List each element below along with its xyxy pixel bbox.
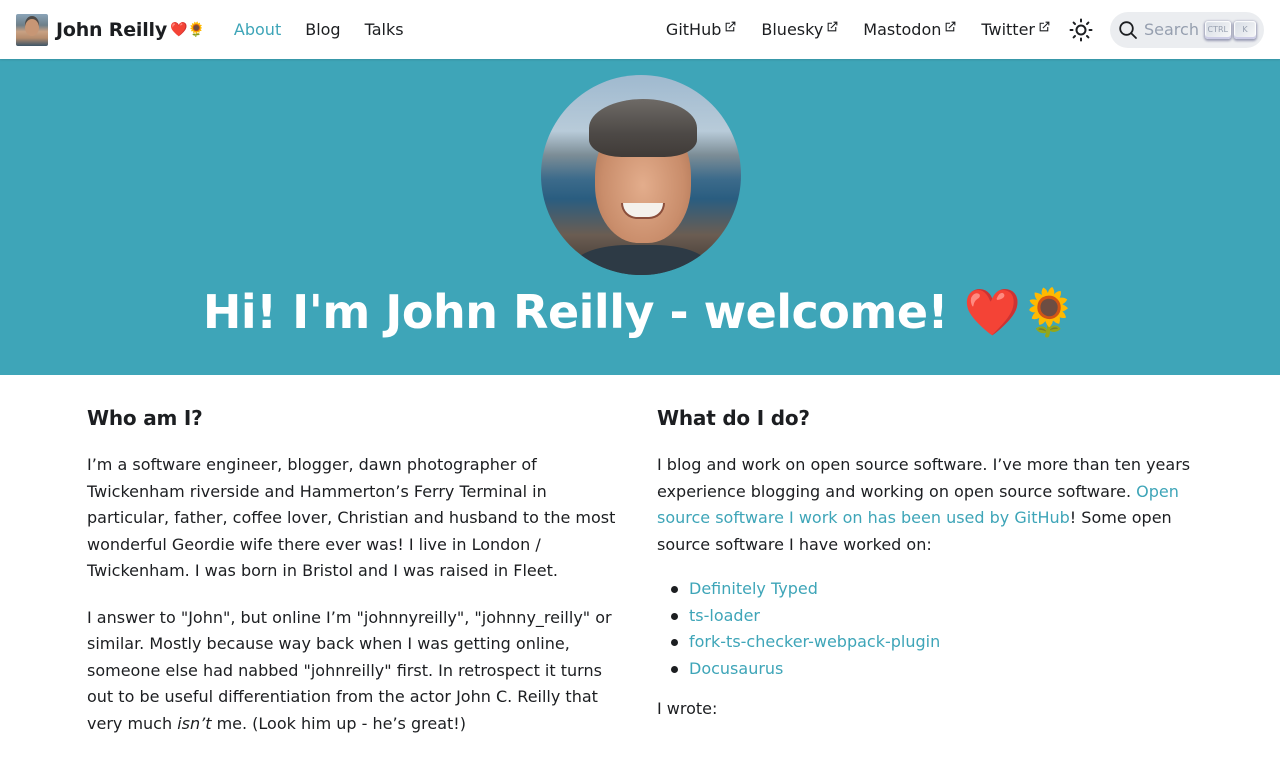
paragraph-text: me. (Look him up - he’s great!) xyxy=(211,713,466,733)
search-icon xyxy=(1119,20,1137,39)
search-button[interactable]: Search CTRL K xyxy=(1110,11,1264,48)
hero-title: Hi! I'm John Reilly - welcome! ❤️🌻 xyxy=(0,285,1280,340)
list-item: Definitely Typed xyxy=(657,576,1197,603)
paragraph-text: I blog and work on open source software.… xyxy=(657,455,1191,501)
project-link-definitely-typed[interactable]: Definitely Typed xyxy=(689,579,818,598)
search-shortcut: CTRL K xyxy=(1202,20,1256,39)
nav-link-mastodon-label: Mastodon xyxy=(863,20,942,39)
project-link-ts-loader[interactable]: ts-loader xyxy=(689,606,760,625)
external-link-icon xyxy=(726,21,736,32)
project-link-fork-ts-checker[interactable]: fork-ts-checker-webpack-plugin xyxy=(689,632,940,651)
external-link-icon xyxy=(827,21,838,32)
oss-project-list: Definitely Typed ts-loader fork-ts-check… xyxy=(657,576,1197,682)
section-heading: What do I do? xyxy=(657,406,810,430)
nav-secondary: GitHub Bluesky Mastodon Twitter Search C… xyxy=(666,11,1264,48)
heart-icon: ❤️ xyxy=(170,21,188,38)
intro-paragraph: I’m a software engineer, blogger, dawn p… xyxy=(87,455,616,580)
nav-link-mastodon[interactable]: Mastodon xyxy=(863,20,957,39)
section-heading: Who am I? xyxy=(87,406,203,430)
nav-link-bluesky-label: Bluesky xyxy=(761,20,824,39)
theme-toggle-button[interactable] xyxy=(1068,17,1094,43)
external-link-icon xyxy=(1039,21,1050,32)
hero-banner: Hi! I'm John Reilly - welcome! ❤️🌻 xyxy=(0,59,1280,375)
navbar: John Reilly ❤️🌻 About Blog Talks GitHub … xyxy=(0,0,1280,59)
brand-avatar xyxy=(16,13,48,46)
project-link-docusaurus[interactable]: Docusaurus xyxy=(689,659,783,678)
sun-icon xyxy=(1069,18,1093,41)
search-placeholder: Search xyxy=(1144,20,1199,39)
nav-link-bluesky[interactable]: Bluesky xyxy=(761,20,839,39)
wrote-label: I wrote: xyxy=(657,699,718,718)
oss-paragraph: I blog and work on open source software.… xyxy=(657,452,1197,558)
main-content: Who am I? I’m a software engineer, blogg… xyxy=(0,375,1280,733)
nav-link-about[interactable]: About xyxy=(234,20,281,39)
sunflower-icon: 🌻 xyxy=(1020,285,1078,339)
nav-link-twitter-label: Twitter xyxy=(981,20,1035,39)
nav-link-blog[interactable]: Blog xyxy=(305,20,340,39)
nav-link-github-label: GitHub xyxy=(665,20,722,39)
list-item: ts-loader xyxy=(657,603,1197,630)
what-do-i-do-section: What do I do? I blog and work on open so… xyxy=(657,406,1197,743)
shortcut-key-ctrl: CTRL xyxy=(1204,20,1231,39)
profile-photo xyxy=(541,75,741,275)
list-item: Docusaurus xyxy=(657,656,1197,683)
name-paragraph: I answer to "John", but online I’m "john… xyxy=(87,605,627,738)
list-item: fork-ts-checker-webpack-plugin xyxy=(657,629,1197,656)
nav-link-talks[interactable]: Talks xyxy=(365,20,404,39)
nav-primary: About Blog Talks xyxy=(234,20,428,39)
heart-icon: ❤️ xyxy=(963,285,1021,339)
shortcut-key-k: K xyxy=(1234,20,1256,39)
who-am-i-section: Who am I? I’m a software engineer, blogg… xyxy=(87,406,627,757)
sunflower-icon: 🌻 xyxy=(187,21,205,38)
brand-title: John Reilly xyxy=(56,18,168,41)
external-link-icon xyxy=(946,21,956,32)
nav-link-github[interactable]: GitHub xyxy=(666,20,737,39)
emphasis-text: isn’t xyxy=(177,713,212,733)
hero-title-text: Hi! I'm John Reilly - welcome! xyxy=(202,285,949,339)
nav-link-twitter[interactable]: Twitter xyxy=(981,20,1051,39)
brand-emoji: ❤️🌻 xyxy=(170,22,205,38)
brand-link[interactable]: John Reilly ❤️🌻 xyxy=(16,13,205,46)
